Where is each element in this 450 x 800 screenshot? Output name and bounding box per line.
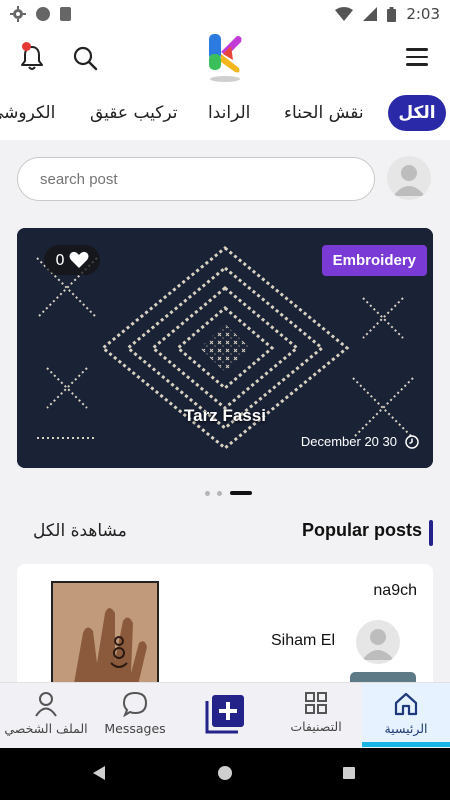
post-date: December 20 30	[301, 434, 419, 449]
tab-all[interactable]: الكل	[388, 95, 446, 131]
nav-categories-label: التصنيفات	[290, 719, 342, 734]
post-date-text: December 20 30	[300, 434, 397, 449]
user-avatar[interactable]	[387, 156, 431, 200]
back-icon[interactable]	[93, 766, 105, 780]
featured-post-card[interactable]: 0 Embroidery Tarz Fassi December 20 30	[17, 228, 433, 468]
category-badge: Embroidery	[321, 245, 427, 276]
add-post-icon[interactable]	[205, 694, 245, 734]
nav-profile[interactable]: الملف الشخصي	[0, 683, 92, 749]
post-title: Tarz Fassi	[184, 406, 266, 425]
post-handle: na9ch	[373, 582, 417, 599]
tab-randa[interactable]: الراندا	[208, 95, 250, 131]
wifi-icon	[335, 7, 354, 21]
view-all-link[interactable]: مشاهدة الكل	[33, 521, 127, 541]
grid-icon	[305, 692, 327, 714]
heart-icon	[69, 251, 89, 268]
menu-icon[interactable]	[404, 46, 432, 68]
nav-messages-label: Messages	[104, 721, 166, 736]
profile-icon	[35, 692, 57, 717]
battery-icon	[387, 6, 397, 22]
search-icon[interactable]	[72, 45, 98, 71]
sync-icon	[36, 7, 50, 21]
app-logo	[209, 34, 242, 82]
section-title: Popular posts	[301, 520, 422, 540]
nav-home-label: الرئيسية	[384, 721, 428, 736]
nav-categories[interactable]: التصنيفات	[274, 683, 358, 749]
sd-card-icon	[60, 7, 71, 21]
signal-icon	[363, 7, 378, 21]
like-counter[interactable]: 0	[44, 245, 100, 275]
app-header	[0, 28, 450, 88]
nav-profile-label: الملف الشخصي	[4, 721, 88, 736]
category-tabs: الكل نقش الحناء الراندا تركيب عقيق الكرو…	[0, 88, 450, 140]
home-button-icon[interactable]	[218, 766, 232, 780]
recents-icon[interactable]	[343, 767, 355, 779]
like-count: 0	[55, 251, 65, 269]
tab-agate[interactable]: تركيب عقيق	[90, 95, 177, 131]
carousel-dot[interactable]	[217, 491, 222, 496]
post-thumbnail	[51, 581, 159, 691]
tab-crochet[interactable]: الكروشي	[0, 95, 55, 131]
author-avatar[interactable]	[356, 620, 400, 664]
home-icon	[394, 692, 418, 716]
clock: 2:03	[406, 5, 440, 23]
carousel-indicator	[0, 489, 450, 497]
status-bar: 2:03	[0, 0, 450, 28]
notification-dot	[22, 42, 31, 51]
post-author[interactable]: Siham El	[271, 632, 335, 650]
section-accent-bar	[429, 520, 433, 546]
chat-bubble-icon	[122, 691, 148, 717]
tab-henna[interactable]: نقش الحناء	[284, 95, 364, 131]
clock-icon	[405, 434, 419, 449]
nav-home[interactable]: الرئيسية	[362, 683, 450, 749]
nav-messages[interactable]: Messages	[92, 683, 178, 749]
carousel-dot-active	[230, 491, 252, 495]
carousel-dot[interactable]	[205, 491, 210, 496]
nav-active-indicator	[362, 742, 450, 747]
settings-icon	[10, 6, 26, 22]
search-input[interactable]	[17, 157, 375, 201]
